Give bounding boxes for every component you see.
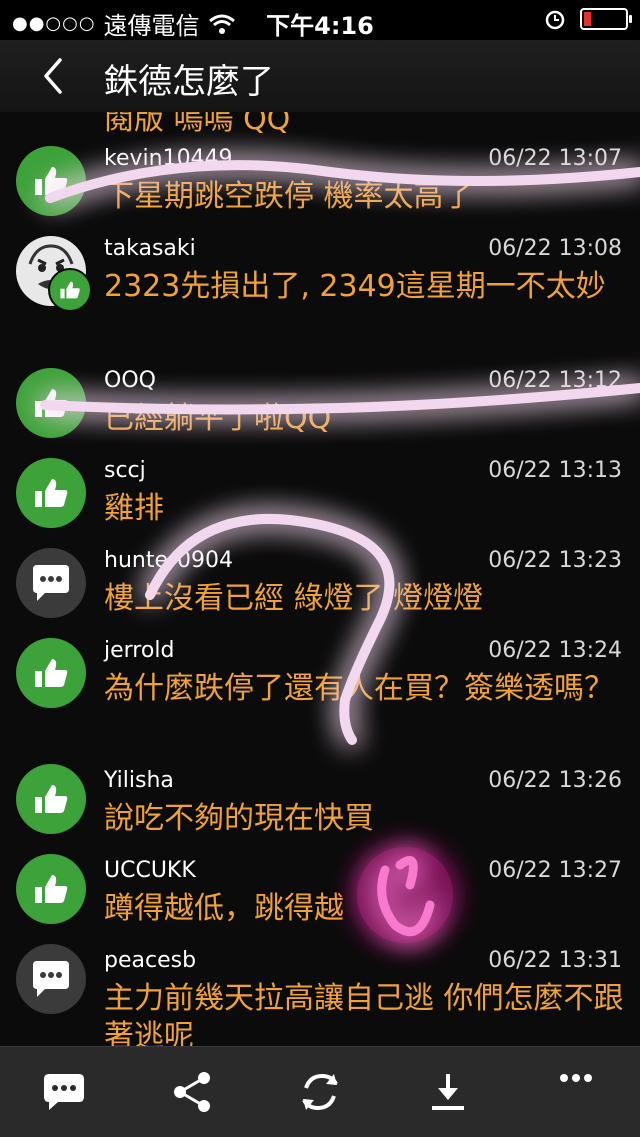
username: peacesb bbox=[104, 948, 197, 973]
download-icon bbox=[432, 1074, 464, 1110]
avatar[interactable] bbox=[16, 548, 86, 618]
timestamp: 06/22 13:08 bbox=[488, 236, 622, 261]
username: kevin10449 bbox=[104, 146, 233, 171]
avatar[interactable] bbox=[16, 236, 92, 312]
timestamp: 06/22 13:26 bbox=[488, 768, 622, 793]
status-right bbox=[544, 8, 632, 30]
avatar[interactable] bbox=[16, 638, 86, 708]
back-arrow-icon[interactable] bbox=[34, 56, 74, 96]
timestamp: 06/22 13:24 bbox=[488, 638, 622, 663]
thumbs-up-icon bbox=[35, 167, 68, 195]
comment-text: 樓上沒看已經 綠燈了 燈燈燈 bbox=[104, 581, 484, 616]
avatar[interactable] bbox=[16, 944, 86, 1014]
comment-button[interactable] bbox=[34, 1062, 94, 1122]
username: OOQ bbox=[104, 368, 156, 393]
download-button[interactable] bbox=[418, 1062, 478, 1122]
comment-text: 已經躺平了啦QQ bbox=[104, 401, 332, 436]
username: takasaki bbox=[104, 236, 196, 261]
timestamp: 06/22 13:13 bbox=[488, 458, 622, 483]
avatar[interactable] bbox=[16, 368, 86, 438]
battery-icon bbox=[580, 8, 632, 30]
thumbs-up-icon bbox=[35, 785, 68, 813]
thumbs-up-icon bbox=[35, 479, 68, 507]
comment-feed[interactable]: 閱版 嗚嗚 QQ kevin10449 06/22 13:07 下星期跳空跌停 … bbox=[0, 112, 640, 1046]
alarm-icon bbox=[545, 10, 565, 30]
refresh-button[interactable] bbox=[290, 1062, 350, 1122]
avatar[interactable] bbox=[16, 854, 86, 924]
battery-level bbox=[584, 12, 591, 26]
comment-text: 下星期跳空跌停 機率太高了 bbox=[104, 179, 474, 214]
chat-bubble-icon bbox=[33, 961, 69, 997]
thumbs-up-icon bbox=[35, 875, 68, 903]
partial-comment-text: 閱版 嗚嗚 QQ bbox=[104, 112, 291, 137]
thumbs-up-icon bbox=[35, 389, 68, 417]
like-badge bbox=[48, 268, 92, 312]
comment-text: 蹲得越低，跳得越 bbox=[104, 891, 344, 926]
status-bar: ●●○○○ 遠傳電信 下午4:16 bbox=[0, 0, 640, 40]
timestamp: 06/22 13:12 bbox=[488, 368, 622, 393]
share-icon bbox=[174, 1072, 210, 1112]
share-button[interactable] bbox=[162, 1062, 222, 1122]
comment-text: 2323先損出了, 2349這星期一不太妙 bbox=[104, 269, 606, 304]
nav-bar: 銖德怎麼了 bbox=[0, 40, 640, 112]
comment-text: 雞排 bbox=[104, 491, 164, 526]
timestamp: 06/22 13:07 bbox=[488, 146, 622, 171]
timestamp: 06/22 13:23 bbox=[488, 548, 622, 573]
refresh-icon bbox=[302, 1073, 338, 1111]
username: Yilisha bbox=[104, 768, 174, 793]
avatar[interactable] bbox=[16, 458, 86, 528]
bottom-toolbar bbox=[0, 1046, 640, 1137]
username: sccj bbox=[104, 458, 146, 483]
more-icon bbox=[560, 1074, 592, 1082]
page-title: 銖德怎麼了 bbox=[104, 62, 274, 102]
username: jerrold bbox=[104, 638, 175, 663]
more-button[interactable] bbox=[546, 1062, 606, 1122]
comment-text: 為什麼跌停了還有人在買？簽樂透嗎？ bbox=[104, 671, 614, 706]
avatar[interactable] bbox=[16, 764, 86, 834]
username: hunter0904 bbox=[104, 548, 234, 573]
username: UCCUKK bbox=[104, 858, 196, 883]
comment-icon bbox=[44, 1074, 84, 1110]
timestamp: 06/22 13:31 bbox=[488, 948, 622, 973]
thumbs-up-icon bbox=[35, 659, 68, 687]
avatar[interactable] bbox=[16, 146, 86, 216]
comment-text: 主力前幾天拉高讓自己逃 你們怎麼不跟著逃呢 bbox=[104, 981, 624, 1046]
chat-bubble-icon bbox=[33, 565, 69, 601]
thumbs-up-icon bbox=[60, 281, 80, 299]
comment-text: 說吃不夠的現在快買 bbox=[104, 801, 374, 836]
timestamp: 06/22 13:27 bbox=[488, 858, 622, 883]
